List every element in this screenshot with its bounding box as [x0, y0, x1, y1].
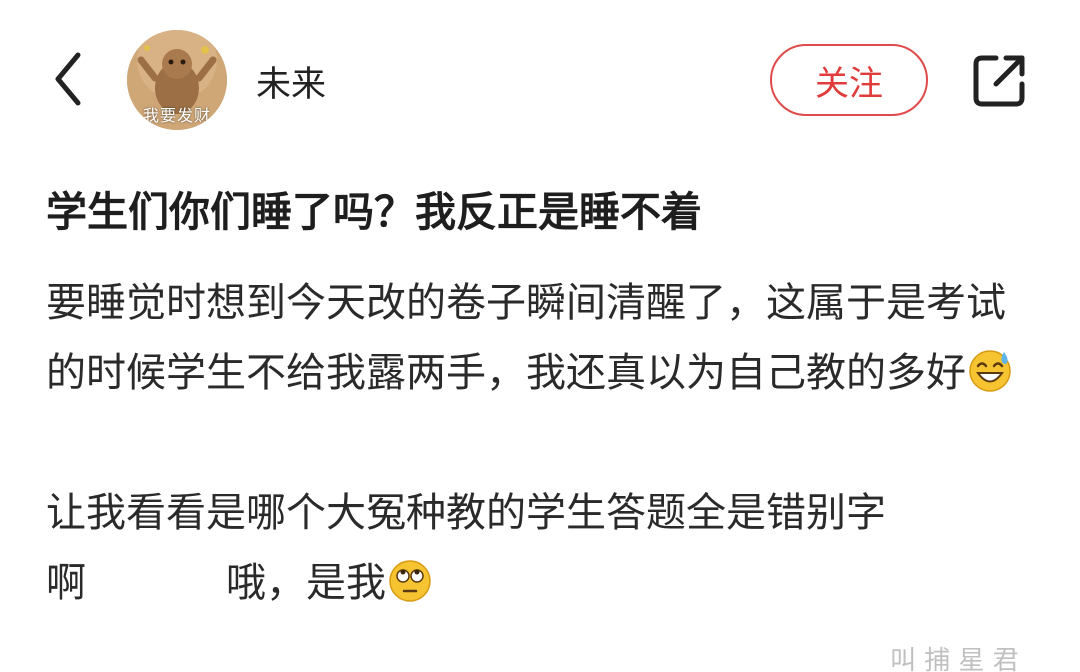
back-button[interactable] [44, 46, 92, 112]
post-paragraph-1: 要睡觉时想到今天改的卷子瞬间清醒了，这属于是考试的时候学生不给我露两手，我还真以… [46, 268, 1036, 408]
share-button[interactable] [968, 50, 1030, 112]
follow-button[interactable]: 关注 [770, 44, 928, 116]
username[interactable]: 未来 [256, 56, 326, 107]
avatar-caption: 我要发财 [142, 106, 211, 125]
post-paragraph-2: 让我看看是哪个大冤种教的学生答题全是错别字 [46, 490, 886, 536]
chevron-left-icon [55, 52, 81, 106]
eye-roll-emoji [389, 560, 431, 602]
watermark: 叫 捕 星 君 [890, 646, 1019, 672]
avatar[interactable]: 我要发财 [127, 30, 227, 130]
paragraph-3-part-a: 啊 [46, 560, 86, 606]
grinning-sweat-emoji [969, 350, 1011, 392]
post-title: 学生们你们睡了吗？我反正是睡不着 [46, 188, 702, 236]
share-external-icon [973, 55, 1025, 107]
post-body: 要睡觉时想到今天改的卷子瞬间清醒了，这属于是考试的时候学生不给我露两手，我还真以… [46, 268, 1036, 618]
paragraph-1-text: 要睡觉时想到今天改的卷子瞬间清醒了，这属于是考试的时候学生不给我露两手，我还真以… [46, 280, 1006, 396]
paragraph-3-part-b: 哦，是我 [226, 560, 386, 606]
post-paragraph-3: 啊 哦，是我 [46, 548, 1036, 618]
post-detail-screen: 我要发财 未来 关注 学生们你们睡了吗？我反正是睡不着 要睡觉时想到今天改的卷子… [0, 0, 1080, 672]
